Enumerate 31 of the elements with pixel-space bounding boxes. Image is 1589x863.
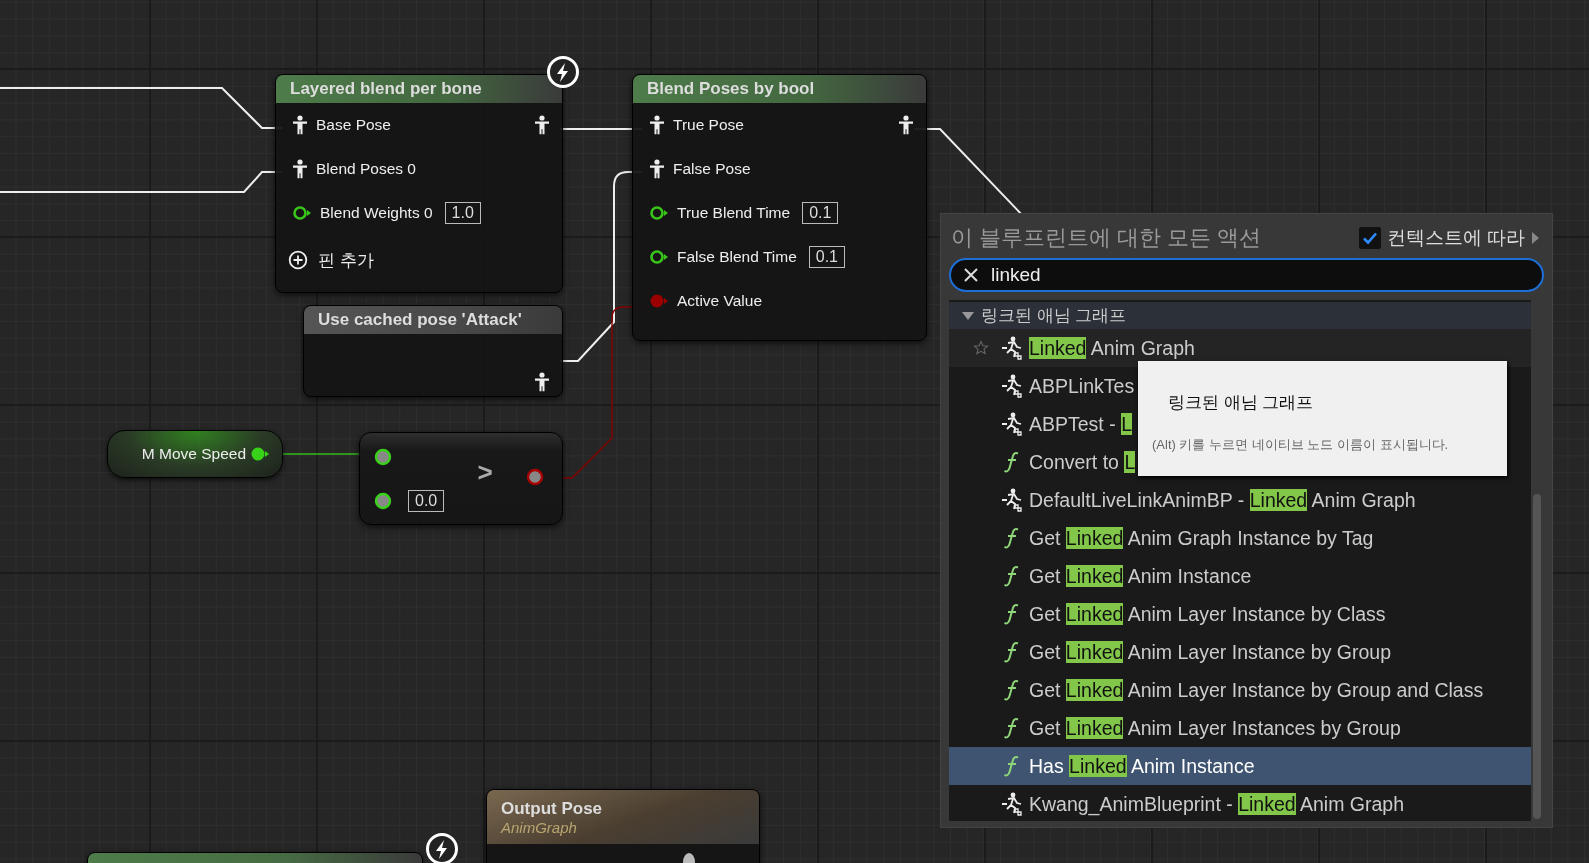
operator-label: > <box>477 457 493 488</box>
action-label: ABPTest - L <box>1029 412 1132 436</box>
action-label: Get Linked Anim Layer Instance by Class <box>1029 602 1386 626</box>
action-label: Linked Anim Graph <box>1029 336 1195 360</box>
pin-label: Blend Weights 0 <box>320 204 433 222</box>
node-subtitle: AnimGraph <box>501 818 578 836</box>
tooltip-title: 링크된 애님 그래프 <box>1167 392 1315 414</box>
action-label: Kwang_AnimBlueprint - Linked Anim Graph <box>1029 792 1405 816</box>
action-label: ABPLinkTes <box>1029 374 1135 398</box>
action-label: Has Linked Anim Instance <box>1029 754 1255 778</box>
pin-label: True Blend Time <box>677 204 791 222</box>
action-label: Get Linked Anim Instance <box>1029 564 1252 588</box>
action-label: Get Linked Anim Layer Instance by Group and Class <box>1029 678 1484 702</box>
action-label: Get Linked Anim Layer Instance by Group <box>1029 640 1392 664</box>
pin-label: False Pose <box>673 160 751 178</box>
action-label: Get Linked Anim Graph Instance by Tag <box>1029 526 1374 550</box>
node-title: Blend Poses by bool <box>647 79 815 99</box>
node-title: Use cached pose 'Attack' <box>318 310 522 330</box>
pin-label: False Blend Time <box>677 248 797 266</box>
node-title: Output Pose <box>501 798 604 819</box>
action-label: DefaultLiveLinkAnimBP - Linked Anim Graph <box>1029 488 1416 512</box>
pin-label: True Pose <box>673 116 744 134</box>
pin-label: Blend Poses 0 <box>316 160 416 178</box>
pin-label: Base Pose <box>316 116 391 134</box>
tooltip-hint: (Alt) 키를 누르면 네이티브 노드 이름이 표시됩니다. <box>1152 436 1450 454</box>
node-title: Layered blend per bone <box>290 79 482 99</box>
pin-label: Active Value <box>677 292 762 310</box>
checkbox-label: 컨텍스트에 따라 <box>1386 226 1525 250</box>
action-label: Convert to L <box>1029 450 1136 474</box>
action-label: Get Linked Anim Layer Instances by Group <box>1029 716 1401 740</box>
menu-title: 이 블루프린트에 대한 모든 액션 <box>951 224 1262 252</box>
